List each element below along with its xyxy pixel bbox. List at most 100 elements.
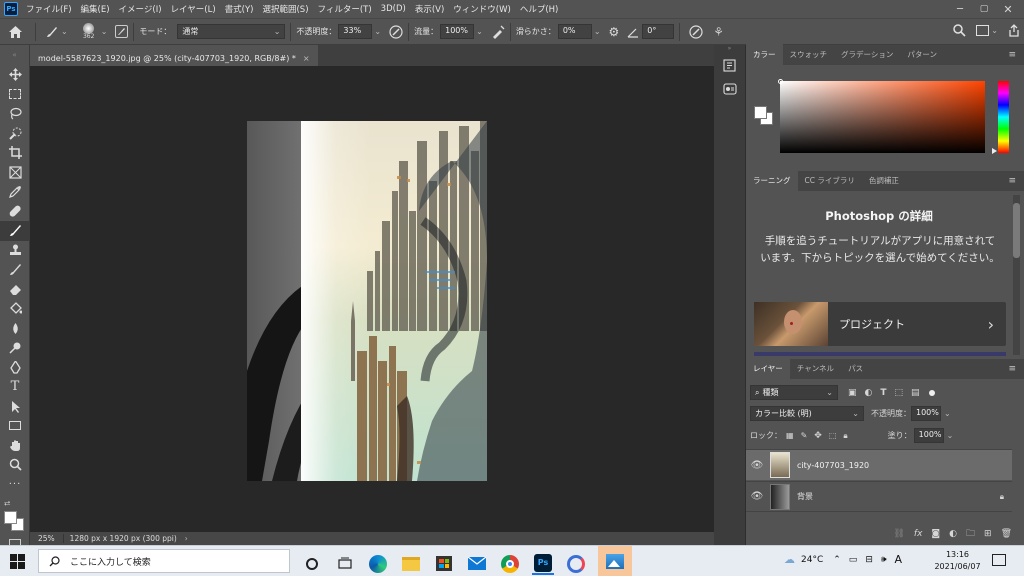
path-selection-tool-icon[interactable] bbox=[0, 397, 30, 417]
history-brush-tool-icon[interactable] bbox=[0, 260, 30, 280]
close-document-icon[interactable]: × bbox=[303, 54, 310, 63]
learn-panel-scrollbar[interactable] bbox=[1013, 195, 1020, 355]
quick-select-tool-icon[interactable] bbox=[0, 124, 30, 144]
lock-all-icon[interactable]: 🔒︎ bbox=[843, 431, 847, 441]
lasso-tool-icon[interactable] bbox=[0, 104, 30, 124]
task-view-icon[interactable] bbox=[334, 553, 356, 575]
new-layer-icon[interactable]: ⊞ bbox=[984, 529, 992, 539]
tab-layers[interactable]: レイヤー bbox=[746, 358, 790, 379]
mail-icon[interactable] bbox=[466, 553, 488, 575]
menu-edit[interactable]: 編集(E) bbox=[81, 3, 110, 15]
layer-opacity-input[interactable]: 100% bbox=[911, 406, 941, 421]
tab-learn[interactable]: ラーニング bbox=[746, 170, 798, 191]
chevron-up-icon[interactable]: ⌃ bbox=[833, 555, 841, 565]
menu-filter[interactable]: フィルター(T) bbox=[318, 3, 372, 15]
link-layers-icon[interactable]: ⛓︎ bbox=[893, 529, 904, 539]
layer-style-fx-icon[interactable]: fx bbox=[914, 529, 923, 539]
workspace-layout-icon[interactable] bbox=[976, 25, 990, 36]
filter-adjustment-icon[interactable]: ◐ bbox=[865, 388, 873, 398]
dodge-tool-icon[interactable] bbox=[0, 338, 30, 358]
flow-input[interactable]: 100% bbox=[440, 24, 475, 39]
foreground-color-swatch[interactable] bbox=[4, 511, 17, 524]
eraser-tool-icon[interactable] bbox=[0, 280, 30, 300]
windows-start-icon[interactable] bbox=[10, 554, 25, 569]
settings-sync-icon[interactable] bbox=[565, 553, 587, 575]
tab-gradients[interactable]: グラデーション bbox=[834, 49, 900, 65]
brush-tool-preset-icon[interactable]: ⌄ bbox=[45, 25, 68, 39]
menu-view[interactable]: 表示(V) bbox=[415, 3, 444, 15]
weather-icon[interactable]: ☁ bbox=[784, 553, 795, 566]
symmetry-butterfly-icon[interactable]: ⚘ bbox=[713, 25, 724, 39]
rectangle-tool-icon[interactable] bbox=[0, 416, 30, 436]
clone-stamp-tool-icon[interactable] bbox=[0, 241, 30, 261]
blur-tool-icon[interactable] bbox=[0, 319, 30, 339]
zoom-level[interactable]: 25% bbox=[30, 534, 64, 543]
photoshop-taskbar-icon[interactable]: Ps bbox=[532, 553, 554, 575]
filter-type-icon[interactable]: T bbox=[880, 388, 886, 398]
marquee-tool-icon[interactable] bbox=[0, 85, 30, 105]
new-group-icon[interactable]: 🗀︎ bbox=[966, 526, 975, 542]
maximize-icon[interactable]: ▢ bbox=[972, 4, 996, 14]
add-mask-icon[interactable]: ◙ bbox=[931, 529, 940, 539]
brush-size-picker[interactable]: 362 bbox=[78, 23, 100, 40]
volume-icon[interactable]: 🕪︎ bbox=[881, 555, 887, 565]
color-panel-menu-icon[interactable]: ≡ bbox=[1008, 50, 1016, 60]
hand-tool-icon[interactable] bbox=[0, 436, 30, 456]
minimize-icon[interactable]: ─ bbox=[948, 4, 972, 15]
pen-tool-icon[interactable] bbox=[0, 358, 30, 378]
brush-tool-icon[interactable] bbox=[0, 221, 30, 241]
taskbar-search-box[interactable]: ここに入力して検索 bbox=[38, 549, 290, 573]
document-canvas-image[interactable] bbox=[247, 121, 487, 481]
microsoft-store-icon[interactable] bbox=[433, 553, 455, 575]
blend-mode-select[interactable]: カラー比較 (明) ⌄ bbox=[750, 406, 864, 421]
document-tab[interactable]: model-5587623_1920.jpg @ 25% (city-40770… bbox=[30, 45, 318, 66]
chrome-icon[interactable] bbox=[499, 553, 521, 575]
lock-position-icon[interactable]: ✥ bbox=[814, 431, 822, 441]
tab-color[interactable]: カラー bbox=[746, 44, 783, 65]
menu-select[interactable]: 選択範囲(S) bbox=[262, 3, 308, 15]
file-explorer-icon[interactable] bbox=[400, 553, 422, 575]
pressure-size-icon[interactable] bbox=[689, 24, 703, 39]
close-icon[interactable]: ✕ bbox=[996, 3, 1020, 16]
lock-image-icon[interactable]: ✎ bbox=[801, 431, 808, 440]
filter-pixel-icon[interactable]: ▣ bbox=[848, 388, 857, 398]
tab-paths[interactable]: パス bbox=[841, 363, 870, 379]
toolbar-collapse-icon[interactable]: « bbox=[0, 45, 29, 65]
filter-shape-icon[interactable]: ⬚ bbox=[895, 388, 904, 398]
layers-panel-menu-icon[interactable]: ≡ bbox=[1008, 364, 1016, 374]
layer-name[interactable]: 背景 bbox=[797, 491, 813, 502]
menu-layer[interactable]: レイヤー(L) bbox=[171, 3, 216, 15]
lock-artboard-icon[interactable]: ⬚ bbox=[829, 431, 837, 440]
hue-slider[interactable] bbox=[998, 81, 1009, 153]
filter-toggle-icon[interactable] bbox=[928, 389, 935, 396]
tab-swatches[interactable]: スウォッチ bbox=[783, 49, 835, 65]
type-tool-icon[interactable]: T bbox=[0, 377, 30, 397]
color-spectrum-field[interactable] bbox=[780, 81, 985, 153]
edit-toolbar-icon[interactable]: ··· bbox=[0, 475, 30, 495]
swap-colors-icon[interactable]: ⮂ bbox=[4, 499, 10, 509]
weather-temperature[interactable]: 24°C bbox=[801, 555, 823, 565]
search-icon[interactable] bbox=[953, 24, 966, 37]
notification-center-icon[interactable] bbox=[992, 554, 1006, 566]
ime-mode-indicator[interactable]: A bbox=[895, 553, 903, 566]
history-panel-icon[interactable] bbox=[714, 53, 745, 77]
visibility-eye-icon[interactable]: 👁︎ bbox=[746, 460, 768, 471]
network-icon[interactable]: ⊟ bbox=[865, 555, 873, 565]
menu-file[interactable]: ファイル(F) bbox=[26, 3, 72, 15]
project-card[interactable]: プロジェクト › bbox=[754, 302, 1006, 346]
airbrush-icon[interactable] bbox=[491, 25, 505, 39]
smoothing-input[interactable]: 0% bbox=[557, 24, 592, 39]
photos-app-icon[interactable] bbox=[598, 546, 632, 576]
tab-channels[interactable]: チャンネル bbox=[790, 363, 841, 379]
eyedropper-tool-icon[interactable] bbox=[0, 182, 30, 202]
paint-bucket-tool-icon[interactable] bbox=[0, 299, 30, 319]
menu-window[interactable]: ウィンドウ(W) bbox=[453, 3, 511, 15]
layer-row[interactable]: 👁︎ 背景 🔒︎ bbox=[746, 481, 1012, 512]
visibility-eye-icon[interactable]: 👁︎ bbox=[746, 491, 768, 502]
edge-browser-icon[interactable] bbox=[367, 553, 389, 575]
menu-type[interactable]: 書式(Y) bbox=[225, 3, 254, 15]
layer-kind-filter[interactable]: ⌕ 種類 ⌄ bbox=[750, 385, 838, 400]
tab-patterns[interactable]: パターン bbox=[900, 49, 944, 65]
move-tool-icon[interactable] bbox=[0, 65, 30, 85]
smoothing-settings-gear-icon[interactable]: ⚙ bbox=[609, 25, 620, 39]
